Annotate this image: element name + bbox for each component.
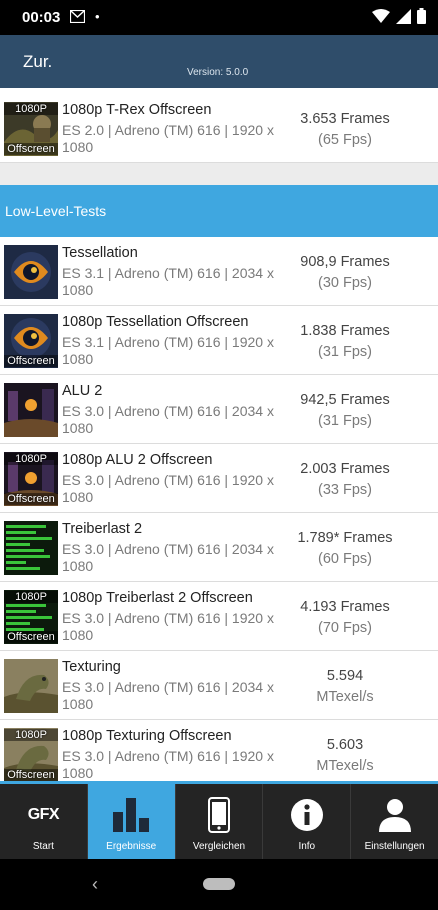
result-details: ES 3.0 | Adreno (TM) 616 | 1920 x 1080 [62,748,274,781]
nav-label: Einstellungen [364,841,425,852]
nav-settings[interactable]: Einstellungen [351,784,438,859]
result-name: 1080p ALU 2 Offscreen [62,452,213,468]
result-score: 2.003 Frames [300,461,390,477]
info-icon [263,796,350,834]
alu-offscreen-thumbnail-icon: 1080P Offscreen [4,452,58,506]
texturing-offscreen-thumbnail-icon: 1080P Offscreen [4,728,58,781]
gmail-notification-icon [70,10,85,23]
result-row-texturing[interactable]: Texturing ES 3.0 | Adreno (TM) 616 | 203… [0,651,438,720]
tessellation-offscreen-thumbnail-icon: Offscreen [4,314,58,368]
result-details: ES 3.0 | Adreno (TM) 616 | 1920 x 1080 [62,472,274,505]
result-details: ES 3.1 | Adreno (TM) 616 | 2034 x 1080 [62,265,274,298]
app-version: Version: 5.0.0 [187,67,249,78]
results-list[interactable]: 1080P Offscreen 1080p T-Rex Offscreen ES… [0,88,438,781]
result-name: 1080p Tessellation Offscreen [62,314,249,330]
nav-compare[interactable]: Vergleichen [176,784,264,859]
system-nav-bar: ‹ [0,859,438,910]
result-name: 1080p Treiberlast 2 Offscreen [62,590,253,606]
result-score: 1.789* Frames [297,530,393,546]
battery-icon [417,8,426,24]
result-fps: (33 Fps) [318,482,372,498]
result-details: ES 3.0 | Adreno (TM) 616 | 1920 x 1080 [62,610,274,643]
result-name: Texturing [62,659,121,675]
user-icon [351,796,438,834]
result-row-tessellation[interactable]: Tessellation ES 3.1 | Adreno (TM) 616 | … [0,237,438,306]
section-title: Low-Level-Tests [5,203,107,219]
app-bar: Zur. Version: 5.0.0 [0,35,438,88]
section-header-low-level: Low-Level-Tests [0,185,438,237]
tessellation-thumbnail-icon [4,245,58,299]
result-row-texturing-offscreen[interactable]: 1080P Offscreen 1080p Texturing Offscree… [0,720,438,781]
status-icons [372,8,426,24]
result-name: Tessellation [62,245,138,261]
result-name: 1080p Texturing Offscreen [62,728,232,744]
result-fps: (70 Fps) [318,620,372,636]
nav-label: Vergleichen [192,841,246,852]
section-gap [0,163,438,185]
gfx-logo-icon: GFX [27,806,60,823]
result-score: 5.603 [326,737,364,753]
home-pill-icon[interactable] [203,878,235,890]
result-fps: MTexel/s [316,758,374,774]
result-fps: MTexel/s [316,689,374,705]
bottom-nav: GFX Start Ergebnisse Vergleichen Info Ei… [0,784,438,859]
result-fps: (65 Fps) [318,132,372,148]
status-time: 00:03 [22,9,61,26]
result-fps: (31 Fps) [318,413,372,429]
smartphone-icon [176,796,263,834]
result-fps: (60 Fps) [318,551,372,567]
bar-chart-icon [88,796,175,834]
result-details: ES 3.1 | Adreno (TM) 616 | 1920 x 1080 [62,334,274,367]
nav-label: Start [32,841,54,852]
result-details: ES 3.0 | Adreno (TM) 616 | 2034 x 1080 [62,541,274,574]
result-score: 3.653 Frames [300,111,390,127]
driver-overhead-offscreen-thumbnail-icon: 1080P Offscreen [4,590,58,644]
result-score: 1.838 Frames [300,323,390,339]
result-score: 5.594 [326,668,364,684]
texturing-thumbnail-icon [4,659,58,713]
notification-dot: • [95,9,100,24]
nav-results[interactable]: Ergebnisse [87,784,176,859]
nav-label: Ergebnisse [106,841,157,852]
result-row-alu2[interactable]: ALU 2 ES 3.0 | Adreno (TM) 616 | 2034 x … [0,375,438,444]
back-chevron-icon[interactable]: ‹ [92,874,98,895]
result-details: ES 2.0 | Adreno (TM) 616 | 1920 x 1080 [62,122,274,155]
signal-icon [396,8,411,24]
result-details: ES 3.0 | Adreno (TM) 616 | 2034 x 1080 [62,403,274,436]
back-button[interactable]: Zur. [23,52,52,72]
result-row-tessellation-offscreen[interactable]: Offscreen 1080p Tessellation Offscreen E… [0,306,438,375]
result-fps: (31 Fps) [318,344,372,360]
result-row-trex-offscreen[interactable]: 1080P Offscreen 1080p T-Rex Offscreen ES… [0,94,438,163]
trex-thumbnail-icon: 1080P Offscreen [4,102,58,156]
status-bar: 00:03 • [0,0,438,35]
alu-thumbnail-icon [4,383,58,437]
result-score: 4.193 Frames [300,599,390,615]
result-name: ALU 2 [62,383,103,399]
nav-info[interactable]: Info [263,784,352,859]
result-details: ES 3.0 | Adreno (TM) 616 | 2034 x 1080 [62,679,274,712]
wifi-icon [372,9,390,23]
result-name: Treiberlast 2 [62,521,143,537]
nav-label: Info [298,841,316,852]
result-name: 1080p T-Rex Offscreen [62,102,212,118]
result-row-driver-overhead-offscreen[interactable]: 1080P Offscreen 1080p Treiberlast 2 Offs… [0,582,438,651]
result-score: 942,5 Frames [300,392,390,408]
result-score: 908,9 Frames [300,254,390,270]
nav-start[interactable]: GFX Start [0,784,88,859]
driver-overhead-thumbnail-icon [4,521,58,575]
result-fps: (30 Fps) [318,275,372,291]
result-row-alu2-offscreen[interactable]: 1080P Offscreen 1080p ALU 2 Offscreen ES… [0,444,438,513]
result-row-driver-overhead[interactable]: Treiberlast 2 ES 3.0 | Adreno (TM) 616 |… [0,513,438,582]
